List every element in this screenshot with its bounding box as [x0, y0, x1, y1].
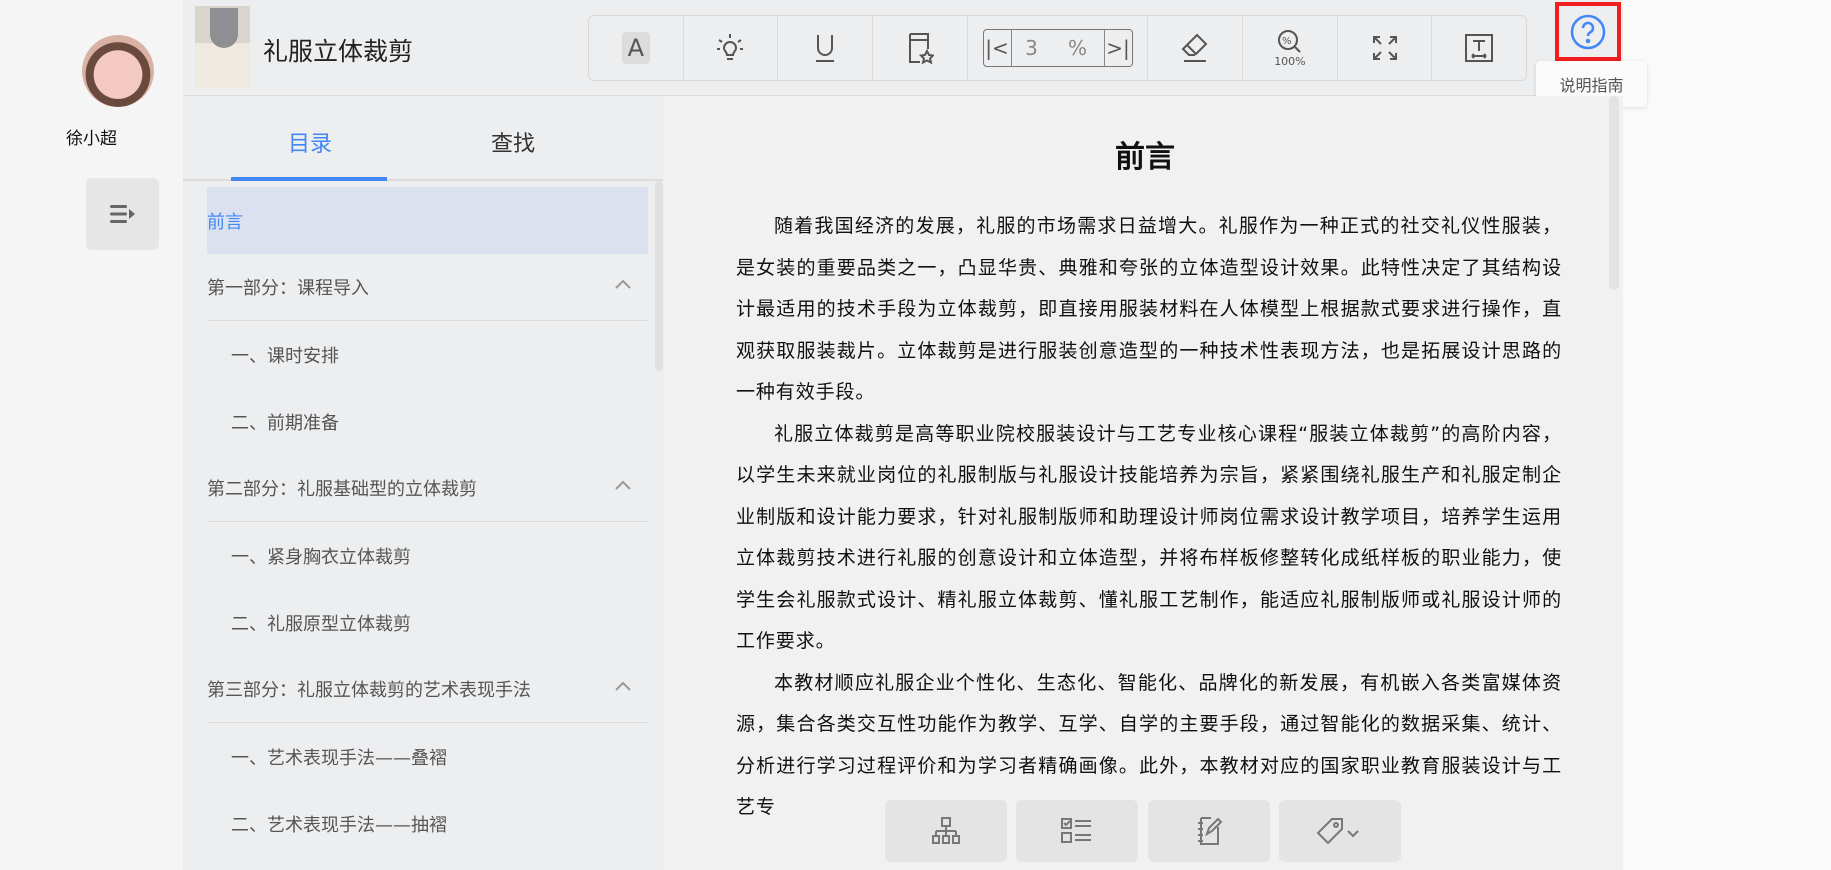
svg-text:%: %: [1282, 36, 1292, 47]
toc-item-label: 前言: [207, 211, 243, 233]
left-rail: 徐小超: [0, 0, 183, 870]
bookmark-button[interactable]: [873, 16, 968, 80]
toc-item-label: 二、礼服原型立体裁剪: [231, 613, 411, 635]
toc-item-label: 二、前期准备: [231, 412, 339, 434]
tag-icon: [1316, 818, 1359, 845]
underline-icon: [816, 35, 835, 62]
content-scrollbar[interactable]: [1609, 96, 1619, 290]
page-heading: 前言: [1115, 140, 1175, 175]
bookmark-star-icon: [908, 33, 934, 64]
toc-item[interactable]: 一、课时安排: [207, 321, 648, 388]
book-title: 礼服立体裁剪: [263, 37, 414, 66]
notebook-pen-icon: [1198, 817, 1223, 845]
first-page-button[interactable]: |<: [984, 30, 1012, 66]
page-navigator: |< 3 % >|: [968, 16, 1149, 80]
sidebar-tabs: 目录 查找: [183, 96, 663, 181]
page-input[interactable]: 3: [1012, 30, 1052, 66]
toc-item[interactable]: 前言: [207, 187, 648, 254]
org-chart-icon: [932, 817, 960, 844]
header: 礼服立体裁剪 A |< 3 % >| % 100%: [183, 0, 1623, 96]
question-circle-icon: [1570, 14, 1606, 49]
toc-item-label: 二、艺术表现手法——抽褶: [231, 814, 447, 836]
notes-button[interactable]: [1148, 800, 1270, 862]
tab-toc[interactable]: 目录: [288, 126, 332, 158]
sidebar-scrollbar[interactable]: [655, 181, 663, 371]
chevron-up-icon[interactable]: [614, 479, 632, 491]
tag-dropdown-button[interactable]: [1279, 800, 1401, 862]
help-button[interactable]: [1555, 2, 1621, 61]
user-name: 徐小超: [66, 129, 117, 149]
book-cover: [195, 6, 250, 88]
eraser-button[interactable]: [1148, 16, 1244, 80]
toc-item[interactable]: 二、艺术表现手法——抽褶: [207, 790, 648, 857]
toc-item-label: 第三部分：礼服立体裁剪的艺术表现手法: [207, 680, 531, 701]
text-width-icon: [1465, 34, 1494, 62]
eraser-icon: [1181, 33, 1208, 62]
zoom-button[interactable]: % 100%: [1243, 16, 1338, 80]
sidebar: 目录 查找 前言第一部分：课程导入 一、课时安排 二、前期准备第二部分：礼服基础型的…: [183, 96, 663, 870]
mindmap-button[interactable]: [885, 800, 1007, 862]
reader-content: 前言 随着我国经济的发展，礼服的市场需求日益增大。礼服作为一种正式的社交礼仪性服…: [663, 96, 1623, 870]
checklist-button[interactable]: [1016, 800, 1138, 862]
toc-item[interactable]: 二、前期准备: [207, 388, 648, 455]
paragraph: 随着我国经济的发展，礼服的市场需求日益增大。礼服作为一种正式的社交礼仪性服装，是…: [736, 215, 1562, 403]
tab-search[interactable]: 查找: [491, 126, 535, 158]
font-icon: A: [621, 32, 651, 64]
chevron-up-icon[interactable]: [614, 278, 632, 290]
toc-item-label: 一、艺术表现手法——叠褶: [231, 747, 447, 769]
reader-toolbar: A |< 3 % >| % 100%: [588, 15, 1527, 81]
toc-item-label: 一、课时安排: [231, 345, 339, 367]
page-percent: %: [1068, 36, 1088, 60]
font-button[interactable]: A: [589, 16, 684, 80]
avatar[interactable]: [82, 35, 154, 107]
toc-item[interactable]: 二、礼服原型立体裁剪: [207, 589, 648, 656]
last-page-button[interactable]: >|: [1103, 30, 1132, 66]
zoom-level: 100%: [1274, 54, 1306, 68]
toc-item-label: 第一部分：课程导入: [207, 278, 369, 299]
zoom-percent-icon: %: [1277, 29, 1301, 53]
text-width-button[interactable]: [1432, 16, 1526, 80]
toc-section[interactable]: 第三部分：礼服立体裁剪的艺术表现手法: [207, 656, 648, 723]
list-collapse-icon: [109, 205, 135, 223]
chevron-up-icon[interactable]: [614, 680, 632, 692]
toc-item[interactable]: 一、艺术表现手法——叠褶: [207, 723, 648, 790]
paragraph: 礼服立体裁剪是高等职业院校服装设计与工艺专业核心课程“服装立体裁剪”的高阶内容，…: [736, 422, 1562, 653]
toc-section[interactable]: 第一部分：课程导入: [207, 254, 648, 321]
fullscreen-button[interactable]: [1338, 16, 1433, 80]
fullscreen-icon: [1372, 36, 1397, 60]
underline-button[interactable]: [778, 16, 873, 80]
toc-item[interactable]: 一、紧身胸衣立体裁剪: [207, 522, 648, 589]
toc-item-label: 一、紧身胸衣立体裁剪: [231, 546, 411, 568]
lightbulb-icon: [717, 34, 744, 60]
toc-item-label: 第二部分：礼服基础型的立体裁剪: [207, 479, 477, 500]
idea-button[interactable]: [684, 16, 779, 80]
toc-list: 前言 第一部分：课程导入 一、课时安排 二、前期准备 第二部分：礼服基础型的立体裁剪 一、…: [207, 187, 648, 857]
active-tab-indicator: [231, 177, 387, 181]
content-body: 随着我国经济的发展，礼服的市场需求日益增大。礼服作为一种正式的社交礼仪性服装，是…: [736, 206, 1562, 829]
toggle-toc-button[interactable]: [86, 178, 159, 250]
checklist-icon: [1061, 818, 1091, 843]
toc-section[interactable]: 第二部分：礼服基础型的立体裁剪: [207, 455, 648, 522]
